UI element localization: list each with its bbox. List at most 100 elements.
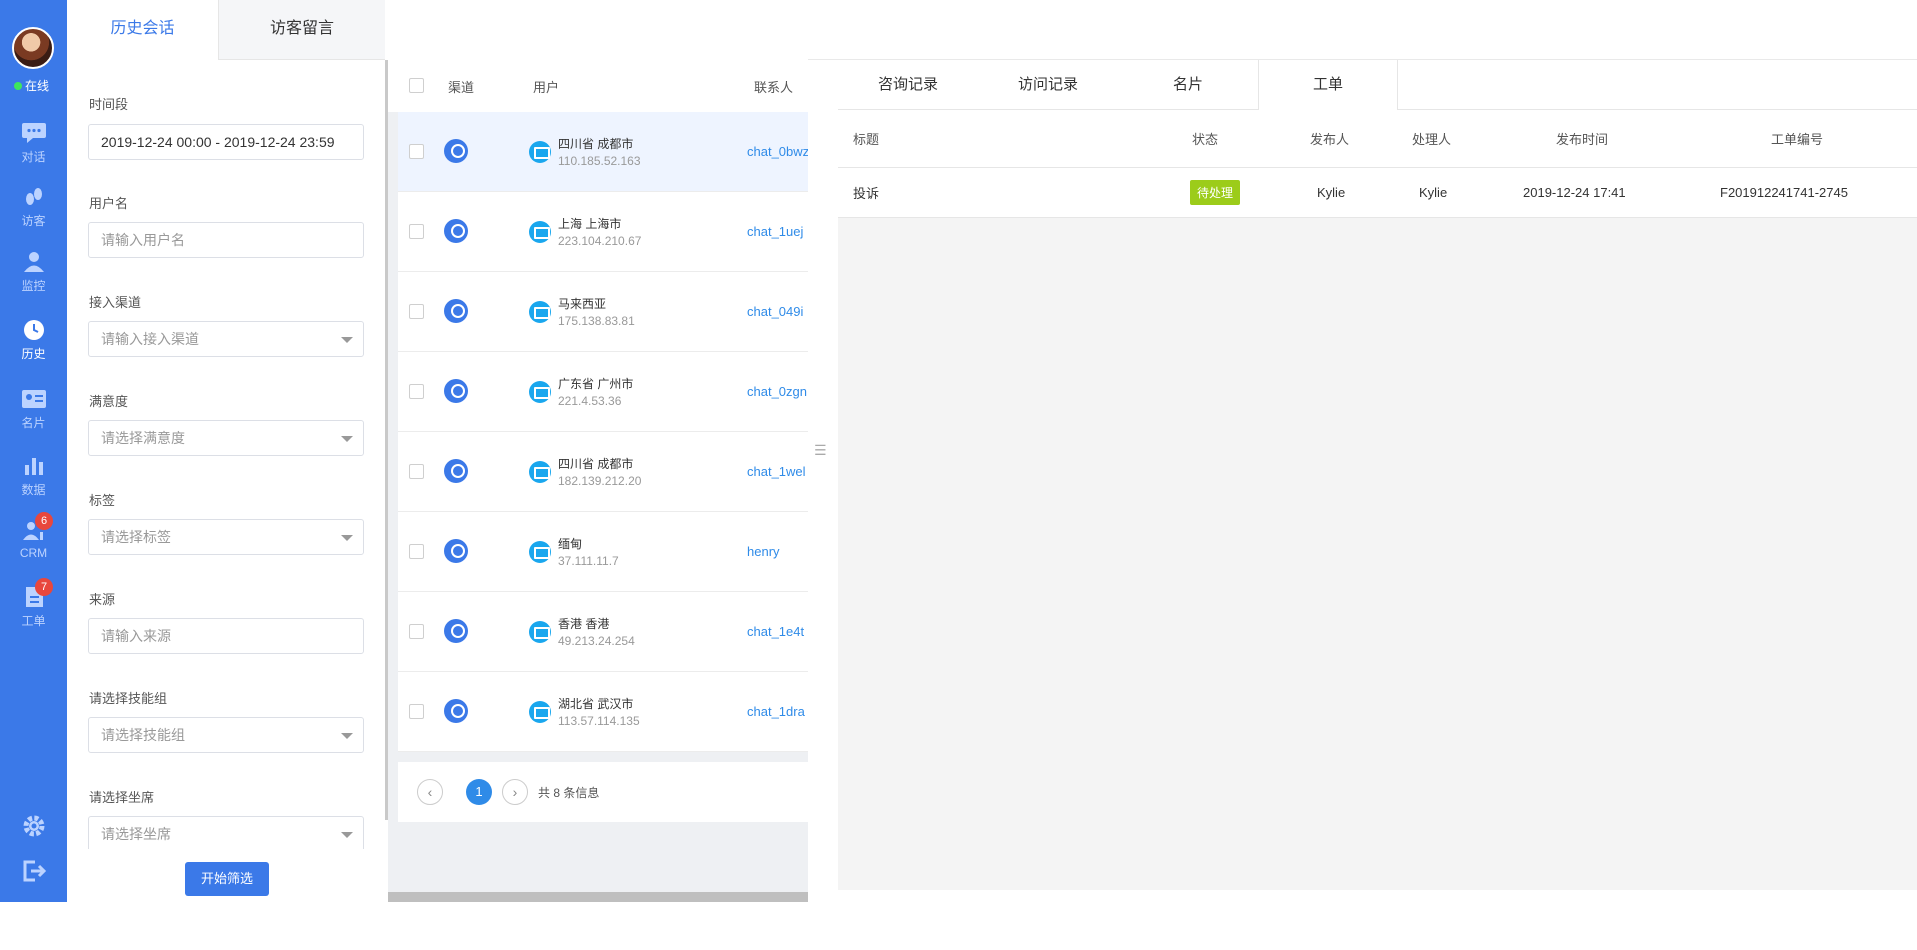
- avatar[interactable]: [12, 27, 54, 69]
- next-page-button[interactable]: ›: [502, 779, 528, 805]
- nav-label: 历史: [21, 347, 46, 361]
- row-checkbox[interactable]: [409, 704, 424, 719]
- channel-placeholder: 请输入接入渠道: [101, 331, 199, 347]
- table-row[interactable]: 投诉 待处理 Kylie Kylie 2019-12-24 17:41 F201…: [838, 168, 1917, 218]
- tab-business-card[interactable]: 名片: [1118, 60, 1258, 110]
- chat-icon: [21, 123, 46, 143]
- row-checkbox[interactable]: [409, 624, 424, 639]
- settings-button[interactable]: [0, 814, 67, 842]
- table-row[interactable]: 香港 香港 49.213.24.254 chat_1e4t: [398, 592, 808, 672]
- logout-button[interactable]: [0, 860, 67, 886]
- nav-label: 名片: [21, 416, 46, 430]
- clock-icon: [23, 320, 44, 340]
- user-ip: 223.104.210.67: [558, 234, 642, 248]
- table-row[interactable]: 广东省 广州市 221.4.53.36 chat_0zgn: [398, 352, 808, 432]
- detail-panel: ☰ 咨询记录 访问记录 名片 工单 标题 状态 发布人 处理人 发布时间 工单编…: [808, 0, 1917, 902]
- tag-select[interactable]: 请选择标签: [88, 519, 364, 555]
- seat-select[interactable]: 请选择坐席: [88, 816, 364, 852]
- contact-link[interactable]: chat_1dra: [747, 704, 805, 719]
- tab-visit-records[interactable]: 访问记录: [978, 60, 1118, 110]
- table-row[interactable]: 上海 上海市 223.104.210.67 chat_1uej: [398, 192, 808, 272]
- contact-link[interactable]: chat_1e4t: [747, 624, 804, 639]
- online-status[interactable]: 在线: [14, 77, 49, 94]
- total-count: 共 8 条信息: [538, 786, 600, 800]
- user-ip: 175.138.83.81: [558, 314, 635, 328]
- satisfaction-select[interactable]: 请选择满意度: [88, 420, 364, 456]
- contact-link[interactable]: chat_0bwz: [747, 144, 809, 159]
- nav-label: 对话: [21, 150, 46, 164]
- ticket-badge: 7: [35, 578, 53, 596]
- contact-link[interactable]: chat_1uej: [747, 224, 803, 239]
- desktop-icon: [529, 381, 551, 403]
- prev-page-button[interactable]: ‹: [417, 779, 443, 805]
- col-publisher: 发布人: [1310, 132, 1350, 147]
- nav-item-visitor[interactable]: 访客: [0, 186, 67, 229]
- table-row[interactable]: 马来西亚 175.138.83.81 chat_049i: [398, 272, 808, 352]
- row-checkbox[interactable]: [409, 144, 424, 159]
- select-all-checkbox[interactable]: [409, 78, 424, 93]
- tab-tickets[interactable]: 工单: [1258, 60, 1398, 111]
- skill-group-select[interactable]: 请选择技能组: [88, 717, 364, 753]
- nav-item-history[interactable]: 历史: [0, 319, 67, 362]
- page-1-button[interactable]: 1: [466, 779, 492, 805]
- ticket-title: 投诉: [853, 186, 880, 201]
- tab-history-sessions[interactable]: 历史会话: [67, 0, 219, 60]
- col-user: 用户: [533, 80, 560, 95]
- row-checkbox[interactable]: [409, 224, 424, 239]
- tab-visitor-messages[interactable]: 访客留言: [219, 0, 385, 60]
- session-list: 渠道 用户 联系人 四川省 成都市 110.185.52.163 chat_0bwz…: [388, 60, 809, 902]
- nav-item-card[interactable]: 名片: [0, 388, 67, 431]
- date-range-input[interactable]: 2019-12-24 00:00 - 2019-12-24 23:59: [88, 124, 364, 160]
- chevron-down-icon: [341, 832, 353, 838]
- nav-label: 监控: [21, 279, 46, 293]
- satisfaction-label: 满意度: [89, 394, 129, 409]
- user-ip: 182.139.212.20: [558, 474, 642, 488]
- detail-topbar: [808, 0, 1917, 60]
- row-checkbox[interactable]: [409, 544, 424, 559]
- user-location: 香港 香港: [558, 617, 610, 631]
- row-checkbox[interactable]: [409, 464, 424, 479]
- ticket-time: 2019-12-24 17:41: [1523, 185, 1626, 200]
- chevron-down-icon: [341, 337, 353, 343]
- table-row[interactable]: 湖北省 武汉市 113.57.114.135 chat_1dra: [398, 672, 808, 752]
- row-checkbox[interactable]: [409, 304, 424, 319]
- nav-item-ticket[interactable]: 7 工单: [0, 578, 67, 629]
- chevron-down-icon: [341, 733, 353, 739]
- online-dot-icon: [14, 82, 22, 90]
- source-input[interactable]: 请输入来源: [88, 618, 364, 654]
- nav-item-chat[interactable]: 对话: [0, 122, 67, 165]
- username-input[interactable]: 请输入用户名: [88, 222, 364, 258]
- channel-select[interactable]: 请输入接入渠道: [88, 321, 364, 357]
- row-checkbox[interactable]: [409, 384, 424, 399]
- user-ip: 113.57.114.135: [558, 714, 640, 728]
- chevron-down-icon: [341, 535, 353, 541]
- tab-consult-records[interactable]: 咨询记录: [838, 60, 978, 110]
- skill-group-placeholder: 请选择技能组: [101, 727, 185, 743]
- channel-web-icon: [444, 699, 468, 723]
- desktop-icon: [529, 541, 551, 563]
- table-row[interactable]: 缅甸 37.111.11.7 henry: [398, 512, 808, 592]
- ticket-publisher: Kylie: [1317, 185, 1346, 200]
- contact-link[interactable]: chat_1wel: [747, 464, 806, 479]
- nav-item-data[interactable]: 数据: [0, 455, 67, 498]
- contact-link[interactable]: henry: [747, 544, 780, 559]
- contact-link[interactable]: chat_0zgn: [747, 384, 807, 399]
- chevron-down-icon: [341, 436, 353, 442]
- desktop-icon: [529, 701, 551, 723]
- user-ip: 49.213.24.254: [558, 634, 635, 648]
- table-row[interactable]: 四川省 成都市 110.185.52.163 chat_0bwz: [398, 112, 809, 192]
- source-label: 来源: [89, 592, 116, 607]
- drag-handle-icon[interactable]: ☰: [814, 442, 827, 459]
- nav-item-monitor[interactable]: 监控: [0, 251, 67, 294]
- nav-item-crm[interactable]: 6 CRM: [0, 512, 67, 560]
- col-title: 标题: [853, 132, 880, 147]
- start-filter-button[interactable]: 开始筛选: [185, 862, 269, 896]
- filter-tabs: 历史会话 访客留言: [67, 0, 385, 60]
- desktop-icon: [529, 621, 551, 643]
- contact-link[interactable]: chat_049i: [747, 304, 803, 319]
- list-horizontal-scrollbar[interactable]: [388, 892, 808, 902]
- pagination: ‹ 1 › 共 8 条信息: [398, 762, 808, 822]
- status-tag: 待处理: [1190, 180, 1241, 205]
- card-icon: [21, 390, 46, 408]
- table-row[interactable]: 四川省 成都市 182.139.212.20 chat_1wel: [398, 432, 808, 512]
